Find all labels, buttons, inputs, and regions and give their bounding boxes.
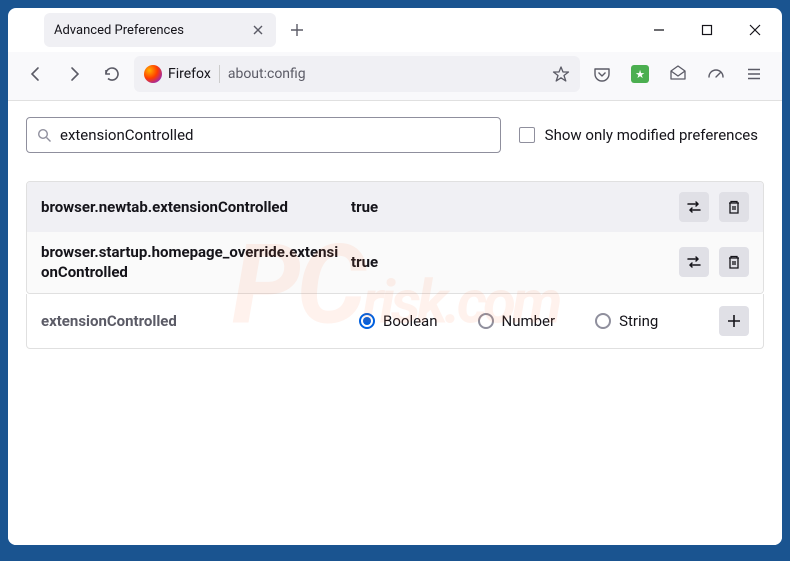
- identity-box[interactable]: Firefox: [144, 65, 220, 83]
- type-label: String: [619, 312, 658, 330]
- toggle-button[interactable]: [679, 247, 709, 277]
- radio-icon: [595, 313, 611, 329]
- new-tab-button[interactable]: [282, 15, 312, 45]
- pref-row: browser.newtab.extensionControlled true: [27, 182, 763, 232]
- search-input[interactable]: extensionControlled: [26, 117, 501, 153]
- pref-row: browser.startup.homepage_override.extens…: [27, 232, 763, 293]
- delete-button[interactable]: [719, 247, 749, 277]
- type-radio-string[interactable]: String: [595, 312, 658, 330]
- hamburger-menu-icon[interactable]: [738, 58, 770, 90]
- pref-value: true: [351, 198, 667, 216]
- browser-tab[interactable]: Advanced Preferences: [44, 13, 276, 47]
- config-content: extensionControlled Show only modified p…: [8, 101, 782, 545]
- close-window-button[interactable]: [732, 10, 778, 50]
- checkbox-icon: [519, 127, 535, 143]
- pref-name: browser.startup.homepage_override.extens…: [41, 242, 339, 283]
- search-row: extensionControlled Show only modified p…: [26, 117, 764, 153]
- maximize-button[interactable]: [684, 10, 730, 50]
- toolbar: Firefox about:config ★: [8, 52, 782, 101]
- reload-button[interactable]: [96, 58, 128, 90]
- toggle-button[interactable]: [679, 192, 709, 222]
- pocket-icon[interactable]: [586, 58, 618, 90]
- identity-label: Firefox: [168, 66, 211, 82]
- url-text: about:config: [228, 66, 544, 82]
- search-value: extensionControlled: [60, 126, 490, 144]
- minimize-button[interactable]: [636, 10, 682, 50]
- radio-icon: [359, 313, 375, 329]
- new-pref-row: extensionControlled Boolean Number Strin…: [26, 294, 764, 349]
- mail-icon[interactable]: [662, 58, 694, 90]
- pref-value: true: [351, 253, 667, 271]
- firefox-icon: [144, 65, 162, 83]
- delete-button[interactable]: [719, 192, 749, 222]
- address-bar[interactable]: Firefox about:config: [134, 56, 580, 92]
- modified-only-checkbox[interactable]: Show only modified preferences: [519, 126, 764, 144]
- type-label: Number: [502, 312, 556, 330]
- pref-actions: [679, 192, 749, 222]
- type-options: Boolean Number String: [359, 312, 699, 330]
- radio-icon: [478, 313, 494, 329]
- preferences-table: browser.newtab.extensionControlled true …: [26, 181, 764, 294]
- search-icon: [37, 128, 52, 143]
- type-label: Boolean: [383, 312, 438, 330]
- tabs-area: Advanced Preferences: [8, 8, 636, 52]
- type-radio-number[interactable]: Number: [478, 312, 556, 330]
- window-controls: [636, 10, 778, 50]
- pref-actions: [679, 247, 749, 277]
- add-pref-button[interactable]: [719, 306, 749, 336]
- tab-title: Advanced Preferences: [54, 23, 242, 38]
- extension-icon[interactable]: ★: [624, 58, 656, 90]
- gauge-icon[interactable]: [700, 58, 732, 90]
- bookmark-star-icon[interactable]: [552, 65, 570, 83]
- new-pref-name: extensionControlled: [41, 312, 339, 330]
- close-tab-icon[interactable]: [250, 22, 266, 38]
- back-button[interactable]: [20, 58, 52, 90]
- type-radio-boolean[interactable]: Boolean: [359, 312, 438, 330]
- browser-window: Advanced Preferences: [8, 8, 782, 545]
- pref-name: browser.newtab.extensionControlled: [41, 197, 339, 217]
- filter-label: Show only modified preferences: [545, 126, 758, 144]
- forward-button[interactable]: [58, 58, 90, 90]
- titlebar: Advanced Preferences: [8, 8, 782, 52]
